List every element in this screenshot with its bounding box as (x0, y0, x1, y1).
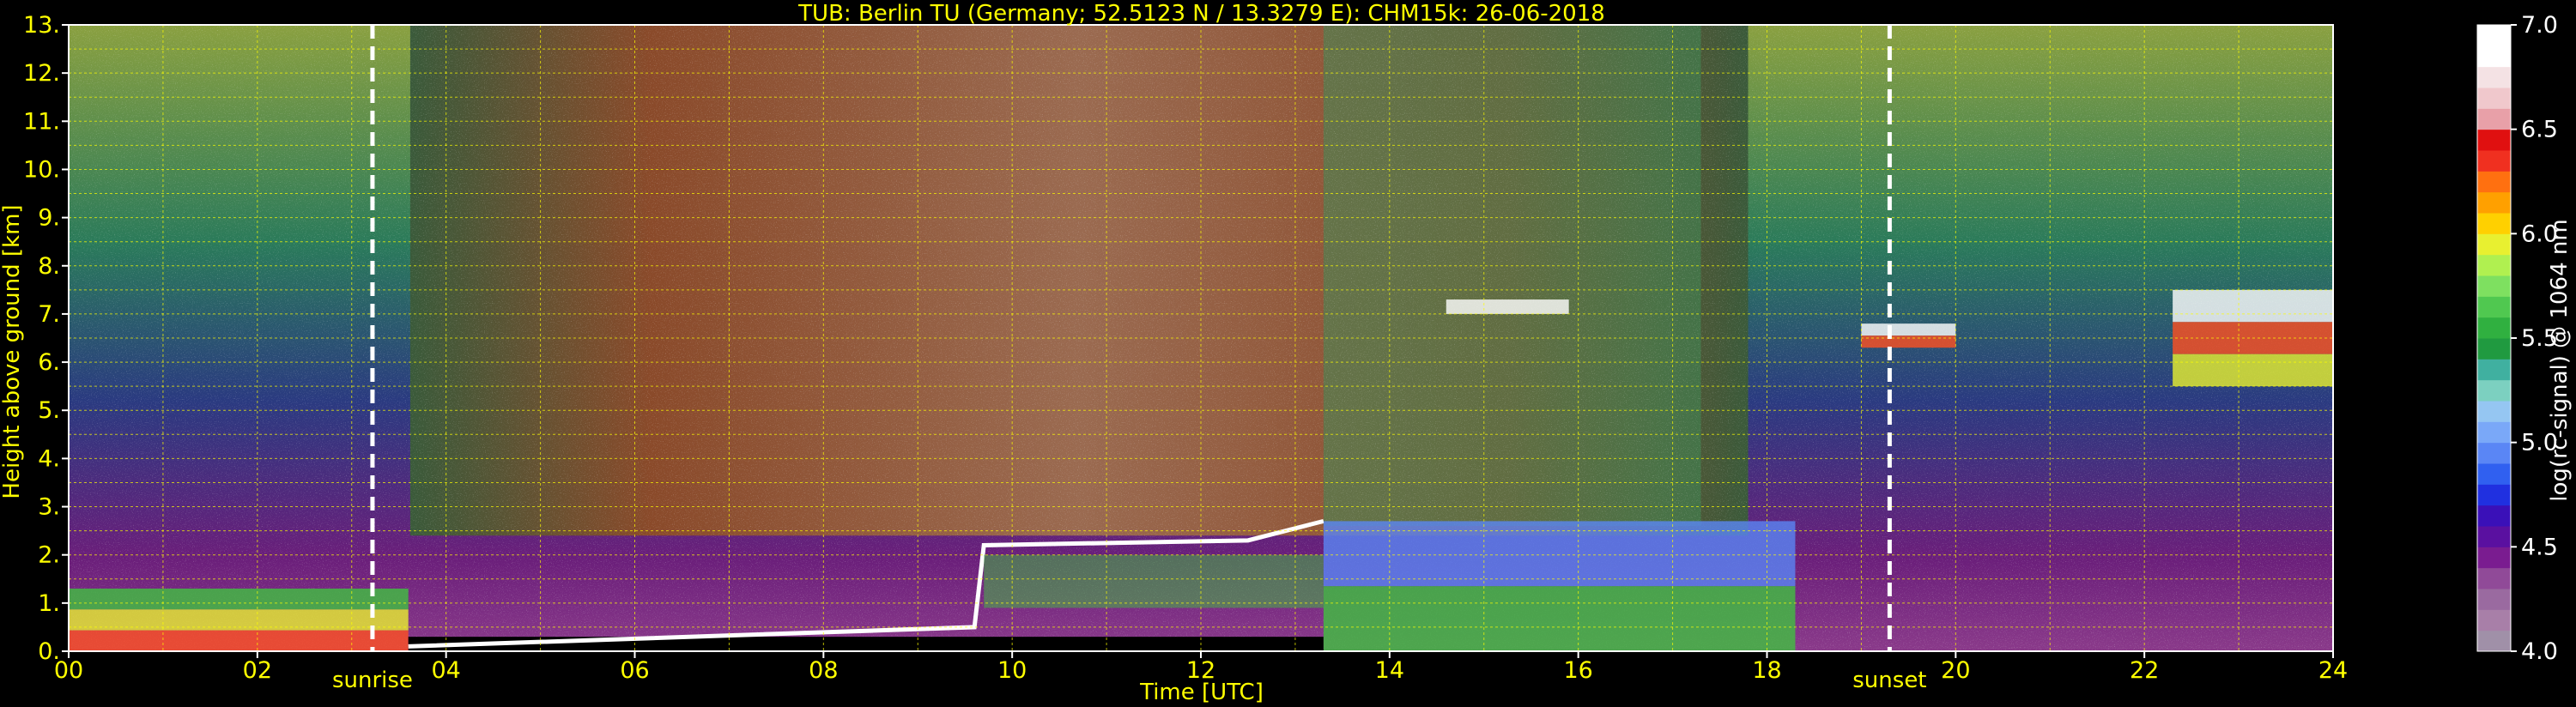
colorbar-segment (2477, 25, 2511, 46)
y-tick-label: 7. (38, 301, 60, 328)
feature-evening-cloud (1861, 323, 1956, 348)
feature-mixed-layer (984, 554, 1324, 608)
colorbar-segment (2477, 88, 2511, 109)
colorbar-segment (2477, 463, 2511, 485)
colorbar-segment (2477, 129, 2511, 151)
y-tick-label: 1. (38, 590, 60, 617)
feature-band (69, 630, 409, 651)
y-tick-label: 13. (23, 12, 60, 39)
colorbar-segment (2477, 171, 2511, 193)
y-tick-label: 9. (38, 205, 60, 232)
feature-band (69, 589, 409, 610)
y-axis-label: Height above ground [km] (0, 204, 25, 499)
colorbar-segment (2477, 338, 2511, 360)
colorbar-segment (2477, 484, 2511, 506)
colorbar-segment (2477, 442, 2511, 464)
y-tick-label: 4. (38, 445, 60, 472)
colorbar-segment (2477, 317, 2511, 339)
feature-mid-level-cloud (1446, 299, 1569, 314)
colorbar-segment (2477, 379, 2511, 402)
colorbar-segment (2477, 191, 2511, 214)
colorbar-segment (2477, 567, 2511, 589)
colorbar-tick-label: 6.5 (2521, 117, 2558, 143)
colorbar-segment (2477, 359, 2511, 381)
colorbar-label: log(rc-signal) @ 1064 nm (2547, 219, 2573, 501)
marker-sunset-label: sunset (1852, 668, 1926, 693)
feature-band (1861, 323, 1956, 336)
colorbar-segment (2477, 589, 2511, 610)
colorbar-tick-label: 4.5 (2521, 534, 2558, 560)
colorbar-segment (2477, 526, 2511, 547)
x-tick-label: 16 (1563, 657, 1592, 684)
y-tick-label: 10. (23, 156, 60, 183)
colorbar-tick-label: 4.0 (2521, 638, 2558, 665)
feature-band (1323, 586, 1796, 651)
x-tick-label: 20 (1941, 657, 1970, 684)
feature-surface-layer (408, 637, 1324, 651)
x-axis-label: Time [UTC] (1139, 680, 1264, 705)
colorbar-segment (2477, 505, 2511, 527)
colorbar-segment (2477, 296, 2511, 318)
colorbar-segment (2477, 421, 2511, 444)
colorbar-segment (2477, 45, 2511, 68)
feature-band (2173, 354, 2333, 387)
feature-afternoon-boundary-layer (1323, 521, 1796, 651)
feature-night-boundary-layer (69, 589, 409, 651)
colorbar-segment (2477, 213, 2511, 234)
feature-band (2173, 289, 2333, 323)
y-tick-label: 2. (38, 542, 60, 569)
x-tick-label: 08 (809, 657, 838, 684)
colorbar-segment (2477, 401, 2511, 422)
lidar-chart: sunrise sunset 00 02 04 06 08 10 12 14 16 18 20 22 24… (0, 1, 2573, 705)
x-tick-label: 14 (1375, 657, 1404, 684)
colorbar-segment (2477, 547, 2511, 569)
colorbar-segment (2477, 254, 2511, 276)
colorbar-segment (2477, 233, 2511, 256)
colorbar-segment (2477, 630, 2511, 652)
y-tick-label: 12. (23, 60, 60, 87)
colorbar-segment (2477, 150, 2511, 172)
y-tick-label: 0. (38, 638, 60, 665)
y-tick-label: 8. (38, 253, 60, 280)
x-tick-label: 04 (431, 657, 460, 684)
x-tick-label: 24 (2318, 657, 2348, 684)
chart-title: TUB: Berlin TU (Germany; 52.5123 N / 13.… (797, 1, 1605, 27)
colorbar-segment (2477, 275, 2511, 297)
x-tick-label: 18 (1752, 657, 1781, 684)
y-tick-label: 6. (38, 349, 60, 376)
x-tick-label: 10 (997, 657, 1027, 684)
marker-sunrise-label: sunrise (332, 668, 413, 693)
x-tick-label: 22 (2130, 657, 2159, 684)
x-tick-label: 02 (243, 657, 272, 684)
colorbar-segment (2477, 66, 2511, 88)
colorbar-segment (2477, 108, 2511, 130)
colorbar-segment (2477, 609, 2511, 631)
colorbar: 4.04.55.05.56.06.57.0 (2476, 12, 2558, 665)
y-tick-label: 11. (23, 108, 60, 135)
x-tick-label: 06 (620, 657, 649, 684)
y-tick-label: 5. (38, 397, 60, 424)
feature-band (1861, 335, 1956, 348)
y-tick-label: 3. (38, 494, 60, 521)
feature-band (1446, 299, 1569, 314)
colorbar-tick-label: 7.0 (2521, 12, 2558, 39)
